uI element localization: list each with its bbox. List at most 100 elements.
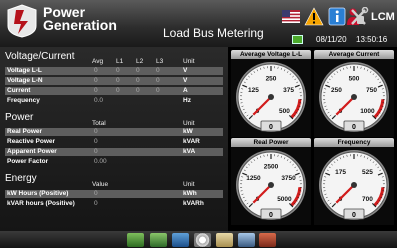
network-icon[interactable] xyxy=(238,233,255,247)
l2-value: 0 xyxy=(136,77,140,84)
total-value: 0 xyxy=(94,128,98,135)
gauge-dial: 025050075010000 xyxy=(319,62,389,132)
gauge-real-power: Real Power 012502500375050000 xyxy=(231,138,311,225)
alarm-log-icon[interactable] xyxy=(172,233,189,247)
unit-value: A xyxy=(183,87,188,94)
col-header-avg: Avg xyxy=(92,58,104,65)
unit-value: kVARh xyxy=(183,200,204,207)
gauge-tick-label: 1250 xyxy=(246,175,261,182)
gauge-frequency: Frequency 01755257000 xyxy=(314,138,394,225)
info-icon[interactable] xyxy=(327,7,347,26)
gauge-tick-label: 750 xyxy=(366,87,377,94)
col-header-l3: L3 xyxy=(156,58,164,65)
gauge-dial: 01755257000 xyxy=(319,150,389,220)
gauge-tick-label: 500 xyxy=(279,108,290,115)
unit-value: kWh xyxy=(183,190,197,197)
avg-value: 0 xyxy=(94,87,98,94)
gauge-title: Real Power xyxy=(231,138,311,147)
gauge-body: 01755257000 xyxy=(314,147,394,225)
unit-value: kVA xyxy=(183,148,196,155)
table-row-kvar-hours: kVAR hours (Positive) 0 kVARh xyxy=(5,200,223,208)
avg-value: 0 xyxy=(94,77,98,84)
value: 0 xyxy=(94,190,98,197)
setup-icon[interactable] xyxy=(194,233,211,247)
unit-value: V xyxy=(183,67,188,74)
avg-value: 0 xyxy=(94,67,98,74)
row-label: Apparent Power xyxy=(7,148,57,155)
footer-toolbar xyxy=(0,231,397,248)
l1-value: 0 xyxy=(116,77,120,84)
gauge-average-current: Average Current 025050075010000 xyxy=(314,50,394,137)
table-row-real-power: Real Power 0 kW xyxy=(5,128,223,136)
table-row-voltage-ll: Voltage L-L 0 0 0 0 V xyxy=(5,67,223,75)
gauge-readout-value: 0 xyxy=(352,124,356,131)
l2-value: 0 xyxy=(136,67,140,74)
gauge-readout-value: 0 xyxy=(352,212,356,219)
table-row-reactive-power: Reactive Power 0 kVAR xyxy=(5,138,223,146)
row-label: Voltage L-L xyxy=(7,67,42,74)
warning-icon[interactable] xyxy=(304,7,324,26)
l3-value: 0 xyxy=(156,67,160,74)
header-bar: Power Generation Load Bus Metering LCM 0… xyxy=(0,0,397,47)
flag-icon[interactable] xyxy=(281,7,301,26)
gauge-tick-label: 5000 xyxy=(277,196,292,203)
col-header-l2: L2 xyxy=(136,58,144,65)
gauge-body: 025050075010000 xyxy=(314,59,394,137)
gauge-hub xyxy=(268,94,274,100)
exit-icon[interactable] xyxy=(259,233,276,247)
l3-value: 0 xyxy=(156,87,160,94)
avg-value: 0.0 xyxy=(94,97,104,104)
row-label: Reactive Power xyxy=(7,138,56,145)
gauge-average-voltage: Average Voltage L-L 01252503755000 xyxy=(231,50,311,137)
row-label: Frequency xyxy=(7,97,40,104)
total-value: 0 xyxy=(94,138,98,145)
unit-value: kW xyxy=(183,128,193,135)
brand-line-2: Generation xyxy=(43,17,117,33)
gauge-dial: 012502500375050000 xyxy=(236,150,306,220)
gauge-hub xyxy=(351,182,357,188)
gauge-tick-label: 125 xyxy=(248,87,259,94)
unit-value: V xyxy=(183,77,188,84)
unit-value: Hz xyxy=(183,97,191,104)
gauge-hub xyxy=(268,182,274,188)
gauge-readout-value: 0 xyxy=(269,124,273,131)
date-display: 08/11/20 xyxy=(316,35,347,44)
gauge-tick-label: 700 xyxy=(362,196,373,203)
brand-name: Power Generation xyxy=(43,5,117,33)
table-row-apparent-power: Apparent Power 0 kVA xyxy=(5,148,223,156)
cummins-logo-icon xyxy=(7,4,37,38)
load-bus-metering-screen: Power Generation Load Bus Metering LCM 0… xyxy=(0,0,397,248)
col-header-unit: Unit xyxy=(183,181,195,188)
gauge-title: Frequency xyxy=(314,138,394,147)
row-label: Current xyxy=(7,87,31,94)
voltage-current-title: Voltage/Current xyxy=(5,51,75,62)
device-label: LCM xyxy=(371,11,395,23)
trend-icon[interactable] xyxy=(150,233,167,247)
document-icon[interactable] xyxy=(216,233,233,247)
gauge-tick-label: 3750 xyxy=(281,175,296,182)
generator-icon[interactable] xyxy=(127,233,144,247)
table-row-kw-hours: kW Hours (Positive) 0 kWh xyxy=(5,190,223,198)
gauge-dial: 01252503755000 xyxy=(236,62,306,132)
gauge-tick-label: 1000 xyxy=(360,108,375,115)
table-row-frequency: Frequency 0.0 Hz xyxy=(5,97,223,105)
value: 0 xyxy=(94,200,98,207)
col-header-value: Value xyxy=(92,181,109,188)
row-label: Real Power xyxy=(7,128,43,135)
gauge-readout-value: 0 xyxy=(269,212,273,219)
l2-value: 0 xyxy=(136,87,140,94)
row-label: kW Hours (Positive) xyxy=(7,190,69,197)
table-row-power-factor: Power Factor 0.00 xyxy=(5,158,223,166)
gauge-body: 012502500375050000 xyxy=(231,147,311,225)
wrench-screwdriver-icon[interactable] xyxy=(349,7,369,26)
total-value: 0 xyxy=(94,148,98,155)
col-header-total: Total xyxy=(92,120,106,127)
gauge-tick-label: 250 xyxy=(266,76,277,83)
row-label: Voltage L-N xyxy=(7,77,43,84)
unit-value: kVAR xyxy=(183,138,200,145)
l1-value: 0 xyxy=(116,67,120,74)
network-status-icon xyxy=(292,35,303,44)
gauge-title: Average Voltage L-L xyxy=(231,50,311,59)
total-value: 0.00 xyxy=(94,158,107,165)
gauge-tick-label: 2500 xyxy=(264,164,279,171)
